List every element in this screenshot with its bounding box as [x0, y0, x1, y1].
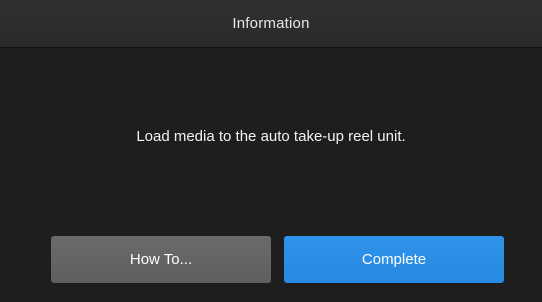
- how-to-button-label: How To...: [129, 251, 193, 268]
- dialog-message: Load media to the auto take-up reel unit…: [136, 128, 406, 145]
- information-dialog: Information Load media to the auto take-…: [0, 0, 542, 302]
- dialog-header: Information: [0, 0, 542, 48]
- dialog-title: Information: [232, 15, 310, 32]
- complete-button-label: Complete: [361, 251, 427, 268]
- complete-button[interactable]: Complete: [284, 236, 504, 283]
- how-to-button[interactable]: How To...: [51, 236, 271, 283]
